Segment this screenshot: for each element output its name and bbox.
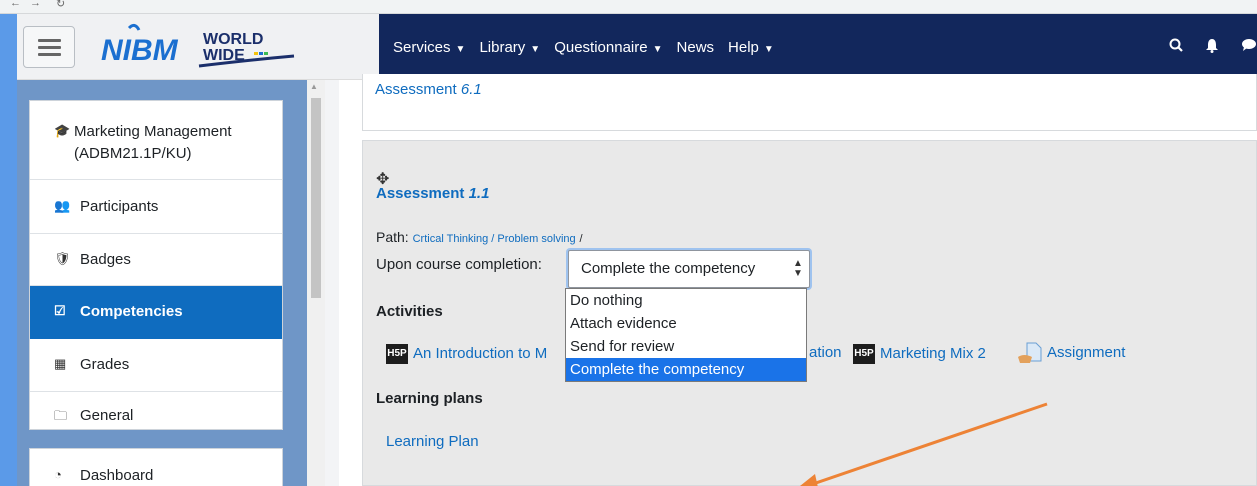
logo-world-text: WORLD [203,31,263,48]
nav-item-grades[interactable]: ▦ Grades [30,339,282,392]
caret-down-icon: ▼ [530,43,541,55]
prev-assessment-link[interactable]: Assessment 6.1 [375,81,482,98]
option-attach-evidence[interactable]: Attach evidence [566,312,806,335]
nav-item-badges[interactable]: 🛡 Badges [30,234,282,286]
folder-icon: 🗀 [54,408,68,423]
nav-item-participants[interactable]: 👥 Participants [30,180,282,234]
activity-h5p-truncated[interactable]: ation [809,344,842,361]
check-square-icon: ☑ [54,303,66,318]
menu-help[interactable]: Help ▼ [728,39,774,56]
h5p-icon: H5P [386,344,408,364]
menu-library[interactable]: Library ▼ [479,39,540,56]
activity-marketing-mix-label: Marketing Mix 2 [880,344,986,362]
option-do-nothing[interactable]: Do nothing [566,289,806,312]
scroll-up-icon[interactable]: ▲ [310,82,318,91]
back-icon[interactable]: ← [10,0,21,9]
activities-heading: Activities [376,303,443,320]
navbar-icons [1147,14,1257,80]
course-nav-drawer: 🎓 Marketing Management (ADBM21.1P/KU) 👥 … [29,100,283,430]
path-separator: / [579,233,583,245]
reload-icon[interactable]: ↻ [56,0,65,10]
menu-news[interactable]: News [677,39,715,56]
search-icon[interactable] [1169,38,1183,56]
nav-item-competencies-label: Competencies [80,303,183,320]
learning-plans-heading: Learning plans [376,390,483,407]
path-row: Path: Crtical Thinking / Problem solving… [376,229,583,245]
competency-card-prev: Assessment 6.1 [362,74,1257,131]
nav-item-dashboard-label: Dashboard [80,467,154,484]
completion-label: Upon course completion: [376,256,542,273]
moodle-app: NIBM WORLD WIDE Services ▼ Library ▼ Quest… [17,14,1257,486]
competency-title-link[interactable]: Assessment 1.1 [376,185,489,202]
menu-questionnaire-label: Questionnaire [554,38,648,56]
activity-h5p-intro-label: An Introduction to M [413,344,548,362]
menu-questionnaire[interactable]: Questionnaire ▼ [554,39,662,56]
nav-item-competencies[interactable]: ☑ Competencies [30,286,282,339]
dashboard-icon: ◔ [54,467,62,482]
graduation-cap-icon: 🎓 [54,123,71,138]
annotation-arrow [800,402,1048,486]
hamburger-menu-button[interactable] [23,26,75,68]
completion-select-value: Complete the competency [581,260,756,277]
activity-assignment[interactable]: Assignment [1017,341,1125,365]
nav-item-badges-label: Badges [80,251,131,268]
users-icon: 👥 [54,198,71,213]
learning-plan-link[interactable]: Learning Plan [386,433,479,450]
option-complete-competency[interactable]: Complete the competency [566,358,806,381]
completion-rule-dropdown: Do nothing Attach evidence Send for revi… [565,288,807,382]
menu-library-label: Library [479,38,526,56]
activity-assignment-label: Assignment [1047,343,1126,361]
nav-item-grades-label: Grades [80,356,130,373]
chat-icon[interactable] [1241,38,1257,56]
menu-services-label: Services [393,38,451,56]
nibm-worldwide-logo[interactable]: NIBM WORLD WIDE [99,22,299,70]
menu-services[interactable]: Services ▼ [393,39,465,56]
select-updown-icon: ▲ ▼ [793,258,803,279]
competency-title-num: 1.1 [468,185,490,202]
caret-down-icon: ▼ [763,43,774,55]
table-icon: ▦ [54,356,67,371]
path-link[interactable]: Crtical Thinking / Problem solving [413,233,576,245]
shield-icon: 🛡 [54,251,71,266]
brand-area: NIBM WORLD WIDE [17,14,379,80]
assignment-icon [1018,342,1042,363]
site-nav-drawer: ◔ Dashboard [29,448,283,486]
nav-item-course[interactable]: 🎓 Marketing Management (ADBM21.1P/KU) [30,101,282,180]
nav-item-course-label: Marketing Management (ADBM21.1P/KU) [74,123,232,162]
nav-item-participants-label: Participants [80,198,159,215]
main-menu: Services ▼ Library ▼ Questionnaire ▼ News H… [393,14,788,80]
option-send-for-review[interactable]: Send for review [566,335,806,358]
caret-down-icon: ▼ [455,43,466,55]
sidebar-scroll-thumb[interactable] [311,98,321,298]
nav-item-dashboard[interactable]: ◔ Dashboard [30,449,282,486]
bell-icon[interactable] [1205,38,1219,57]
logo-nibm-text: NIBM [101,34,179,67]
top-navbar: Services ▼ Library ▼ Questionnaire ▼ News H… [379,14,1257,80]
nav-item-general-label: General [80,407,134,424]
menu-news-label: News [676,38,715,56]
menu-help-label: Help [728,38,759,56]
forward-icon[interactable]: → [30,0,41,9]
browser-url-bar[interactable]: ← → ↻ [0,0,1257,14]
nav-item-general[interactable]: 🗀 General [30,392,282,430]
h5p-icon: H5P [853,344,875,364]
activity-h5p-intro[interactable]: H5P An Introduction to M [386,344,547,364]
caret-down-icon: ▼ [652,43,663,55]
competency-title: Assessment [376,185,465,202]
prev-assessment-title: Assessment [375,81,457,98]
prev-assessment-num: 6.1 [460,81,482,98]
activity-marketing-mix[interactable]: H5P Marketing Mix 2 [853,344,986,364]
completion-rule-select[interactable]: Complete the competency ▲ ▼ [568,250,810,288]
path-label: Path: [376,229,409,245]
